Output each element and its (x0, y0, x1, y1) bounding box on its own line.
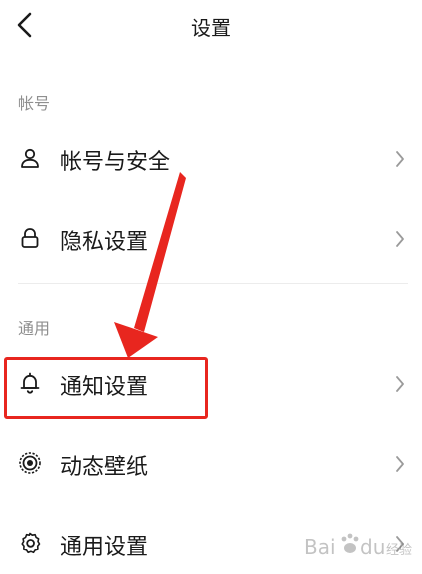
chevron-right-icon (396, 536, 404, 552)
settings-item-label: 动态壁纸 (60, 455, 149, 480)
settings-item-general[interactable]: 通用设置 (0, 515, 422, 574)
chevron-right-icon (396, 376, 404, 392)
chevron-right-icon (396, 456, 404, 472)
settings-item-label: 通用设置 (60, 535, 149, 560)
bell-icon (20, 372, 40, 394)
settings-item-account-security[interactable]: 帐号与安全 (0, 130, 422, 190)
section-title-account: 帐号 (18, 94, 51, 113)
section-title-general: 通用 (18, 319, 51, 338)
dynamic-wallpaper-icon (19, 452, 41, 474)
settings-item-notifications[interactable]: 通知设置 (0, 355, 422, 415)
settings-item-dynamic-wallpaper[interactable]: 动态壁纸 (0, 435, 422, 495)
chevron-right-icon (396, 151, 404, 167)
user-icon (21, 148, 39, 168)
chevron-right-icon (396, 231, 404, 247)
header: 设置 (0, 0, 422, 52)
settings-item-label: 通知设置 (60, 375, 149, 400)
settings-item-label: 隐私设置 (60, 230, 149, 255)
section-divider (18, 283, 408, 284)
settings-item-label: 帐号与安全 (60, 150, 171, 175)
settings-item-privacy[interactable]: 隐私设置 (0, 210, 422, 270)
page-title: 设置 (191, 16, 231, 40)
lock-icon (21, 228, 39, 248)
gear-icon (21, 532, 41, 554)
